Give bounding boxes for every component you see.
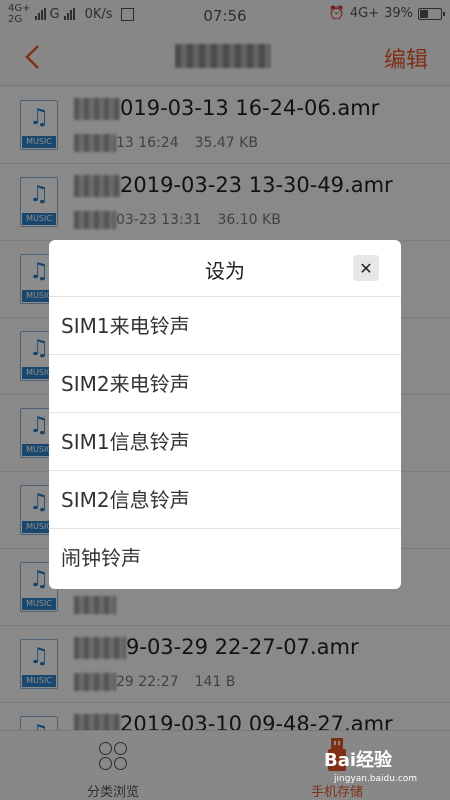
dialog-header: 设为 ✕ xyxy=(49,240,401,297)
close-icon: ✕ xyxy=(359,258,373,278)
dialog-title: 设为 xyxy=(205,259,245,283)
watermark-brand: Bai经验 xyxy=(324,750,393,771)
option-sim1-call-ringtone[interactable]: SIM1来电铃声 xyxy=(49,297,401,355)
option-sim1-message-ringtone[interactable]: SIM1信息铃声 xyxy=(49,413,401,471)
close-button[interactable]: ✕ xyxy=(353,255,379,281)
option-sim2-message-ringtone[interactable]: SIM2信息铃声 xyxy=(49,471,401,529)
option-alarm-ringtone[interactable]: 闹钟铃声 xyxy=(49,529,401,587)
baidu-jingyan-watermark: Bai经验 jingyan.baidu.com xyxy=(324,742,434,792)
watermark-domain: jingyan.baidu.com xyxy=(334,774,418,784)
set-as-dialog: 设为 ✕ SIM1来电铃声 SIM2来电铃声 SIM1信息铃声 SIM2信息铃声… xyxy=(49,240,401,589)
option-sim2-call-ringtone[interactable]: SIM2来电铃声 xyxy=(49,355,401,413)
